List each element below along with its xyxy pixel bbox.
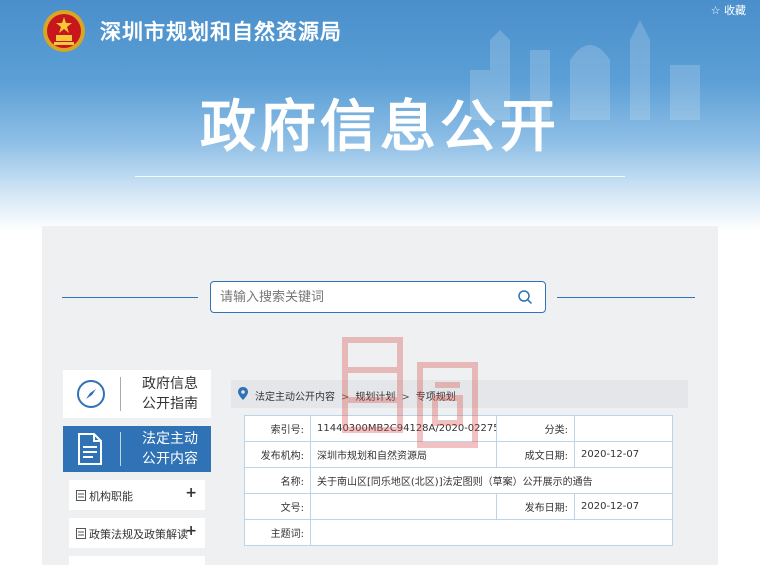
search-icon[interactable] bbox=[517, 289, 533, 305]
table-row: 发布机构: 深圳市规划和自然资源局 成文日期: 2020-12-07 bbox=[244, 441, 673, 468]
doc-no-label: 文号: bbox=[244, 493, 311, 520]
breadcrumb: 法定主动公开内容 > 规划计划 > 专项规划 bbox=[231, 380, 688, 408]
favorite-link[interactable]: ☆ 收藏 bbox=[711, 2, 746, 18]
doc-small-icon bbox=[76, 528, 86, 539]
expand-plus-icon[interactable]: + bbox=[185, 485, 197, 501]
sidebar-item-policy[interactable]: 政策法规及政策解读 + bbox=[69, 518, 205, 548]
breadcrumb-item[interactable]: 专项规划 bbox=[416, 392, 456, 403]
active-separator bbox=[120, 432, 121, 466]
sidebar-item-next[interactable] bbox=[69, 556, 205, 565]
guide-label: 政府信息 公开指南 bbox=[131, 374, 209, 414]
name-label: 名称: bbox=[244, 467, 311, 494]
breadcrumb-separator: > bbox=[341, 392, 350, 403]
expand-plus-icon[interactable]: + bbox=[185, 523, 197, 539]
divider-right bbox=[557, 297, 695, 298]
active-label: 法定主动 公开内容 bbox=[131, 429, 209, 469]
created-date-value: 2020-12-07 bbox=[574, 441, 673, 468]
publish-date-label: 发布日期: bbox=[496, 493, 575, 520]
doc-small-icon bbox=[76, 490, 86, 501]
divider-left bbox=[62, 297, 198, 298]
title-underline bbox=[135, 176, 625, 177]
publisher-value: 深圳市规划和自然资源局 bbox=[310, 441, 497, 468]
subject-label: 主题词: bbox=[244, 519, 311, 546]
table-row: 索引号: 11440300MB2C94128A/2020-02275 分类: bbox=[244, 415, 673, 442]
breadcrumb-separator: > bbox=[401, 392, 410, 403]
publisher-label: 发布机构: bbox=[244, 441, 311, 468]
main-panel: 政府信息 公开指南 法定主动 公开内容 机构职能 + 政策法规及政策解读 bbox=[42, 226, 718, 565]
search-input[interactable] bbox=[220, 282, 510, 312]
breadcrumb-item[interactable]: 规划计划 bbox=[355, 392, 395, 403]
active-line1: 法定主动 bbox=[142, 431, 198, 447]
name-value: 关于南山区[同乐地区(北区)]法定图则（草案）公开展示的通告 bbox=[310, 467, 673, 494]
table-row: 名称: 关于南山区[同乐地区(北区)]法定图则（草案）公开展示的通告 bbox=[244, 467, 673, 494]
national-emblem-icon bbox=[43, 10, 85, 52]
guide-line2: 公开指南 bbox=[142, 396, 198, 412]
location-pin-icon bbox=[238, 387, 248, 400]
doc-no-value bbox=[310, 493, 497, 520]
sidebar-item-org-function[interactable]: 机构职能 + bbox=[69, 480, 205, 510]
index-value: 11440300MB2C94128A/2020-02275 bbox=[310, 415, 497, 442]
created-date-label: 成文日期: bbox=[496, 441, 575, 468]
active-line2: 公开内容 bbox=[142, 451, 198, 467]
subject-value bbox=[310, 519, 673, 546]
publish-date-value: 2020-12-07 bbox=[574, 493, 673, 520]
sidebar-guide-link[interactable]: 政府信息 公开指南 bbox=[63, 370, 211, 418]
info-table: 索引号: 11440300MB2C94128A/2020-02275 分类: 发… bbox=[244, 415, 673, 546]
page-title: 政府信息公开 bbox=[200, 95, 560, 160]
guide-separator bbox=[120, 377, 121, 411]
breadcrumb-item[interactable]: 法定主动公开内容 bbox=[255, 392, 335, 403]
table-row: 主题词: bbox=[244, 519, 673, 546]
sidebar-item-label: 机构职能 bbox=[89, 490, 133, 503]
document-icon bbox=[78, 433, 102, 465]
category-label: 分类: bbox=[496, 415, 575, 442]
table-row: 文号: 发布日期: 2020-12-07 bbox=[244, 493, 673, 520]
category-value bbox=[574, 415, 673, 442]
sidebar-active-content[interactable]: 法定主动 公开内容 bbox=[63, 426, 211, 472]
compass-icon bbox=[77, 380, 105, 408]
org-name: 深圳市规划和自然资源局 bbox=[100, 20, 342, 44]
index-label: 索引号: bbox=[244, 415, 311, 442]
guide-line1: 政府信息 bbox=[142, 376, 198, 392]
breadcrumb-items: 法定主动公开内容 > 规划计划 > 专项规划 bbox=[255, 388, 456, 403]
sidebar-item-label: 政策法规及政策解读 bbox=[89, 528, 188, 541]
header-banner: 深圳市规划和自然资源局 ☆ 收藏 政府信息公开 bbox=[0, 0, 760, 230]
search-box bbox=[210, 281, 546, 313]
